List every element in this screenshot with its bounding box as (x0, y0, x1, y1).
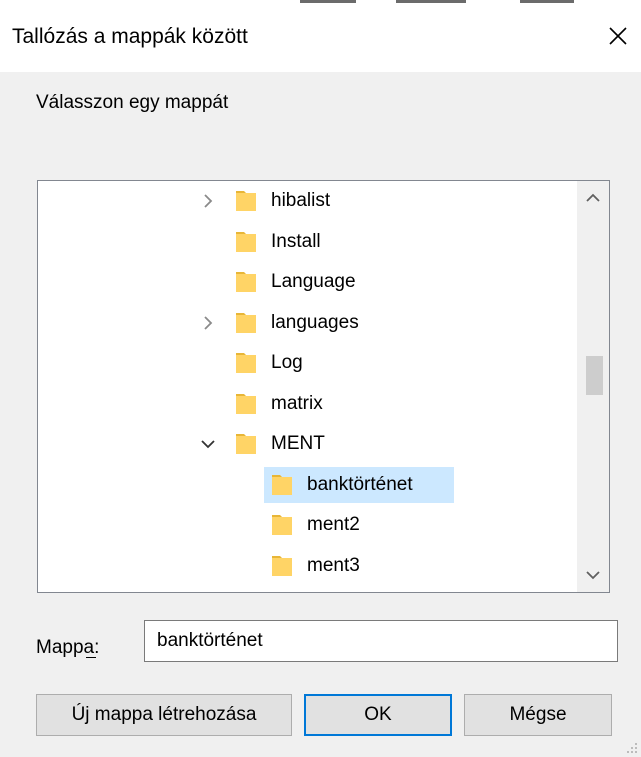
folder-name-input[interactable] (144, 620, 618, 662)
folder-icon (236, 231, 256, 252)
title-bar: Tallózás a mappák között (0, 6, 641, 72)
chevron-right-icon[interactable] (198, 313, 218, 333)
folder-icon (272, 555, 292, 576)
dialog-title: Tallózás a mappák között (12, 25, 248, 48)
tree-item[interactable]: matrix (38, 385, 583, 423)
ok-button[interactable]: OK (304, 694, 452, 736)
folder-icon (236, 312, 256, 333)
folder-icon (272, 515, 292, 535)
chevron-down-icon (586, 571, 600, 580)
folder-icon (272, 474, 292, 495)
tree-item[interactable]: Log (38, 344, 583, 382)
dialog-prompt: Válasszon egy mappát (36, 92, 229, 113)
tree-item[interactable]: languages (38, 304, 583, 342)
scroll-up-button[interactable] (577, 181, 609, 215)
tree-item[interactable]: Install (38, 223, 583, 261)
cancel-button-label: Mégse (509, 704, 567, 725)
folder-icon (236, 393, 256, 414)
folder-icon (236, 191, 256, 211)
tree-item[interactable]: hibalist (38, 182, 583, 220)
tree-item-label: Language (271, 271, 356, 292)
new-folder-button-label: Új mappa létrehozása (71, 704, 257, 725)
tree-item-label: MENT (271, 433, 325, 454)
close-icon (609, 27, 627, 45)
tree-item-label: languages (271, 311, 359, 333)
tree-item-label: ment2 (307, 514, 360, 535)
access-key-underline (86, 657, 96, 658)
tree-scrollbar[interactable] (577, 181, 609, 592)
folder-icon (236, 353, 256, 373)
folder-tree[interactable]: hibalist Install Language languages Log matri… (37, 180, 610, 593)
tree-item-label: hibalist (271, 190, 331, 211)
tree-item-label: Log (271, 352, 303, 373)
ok-button-label: OK (364, 704, 392, 725)
tree-item[interactable]: ment3 (38, 547, 583, 585)
folder-icon (236, 434, 256, 454)
cancel-button[interactable]: Mégse (464, 694, 612, 736)
tree-item[interactable]: ment2 (38, 506, 583, 544)
folder-icon (236, 272, 256, 292)
chevron-right-icon[interactable] (198, 191, 218, 211)
tree-item[interactable]: MENT (38, 425, 583, 463)
close-button[interactable] (595, 6, 641, 66)
scroll-down-button[interactable] (577, 558, 609, 592)
tree-item-label: Install (271, 230, 321, 252)
resize-grip-icon[interactable] (624, 740, 638, 754)
scroll-thumb[interactable] (586, 356, 603, 395)
tree-item-label: ment3 (307, 554, 360, 576)
folder-field-label-text: Mappa: (36, 637, 100, 658)
tree-item-label: banktörténet (307, 473, 413, 495)
chevron-up-icon (586, 193, 600, 202)
tree-item[interactable]: Language (38, 263, 583, 301)
new-folder-button[interactable]: Új mappa létrehozása (36, 694, 292, 736)
browse-folder-dialog: Tallózás a mappák között Válasszon egy m… (0, 0, 641, 757)
folder-field-label: Mappa: (36, 637, 99, 659)
tree-item[interactable]: banktörténet (38, 466, 583, 504)
chevron-down-icon[interactable] (198, 434, 218, 454)
tree-item-label: matrix (271, 392, 323, 414)
tree-item[interactable] (38, 587, 583, 592)
